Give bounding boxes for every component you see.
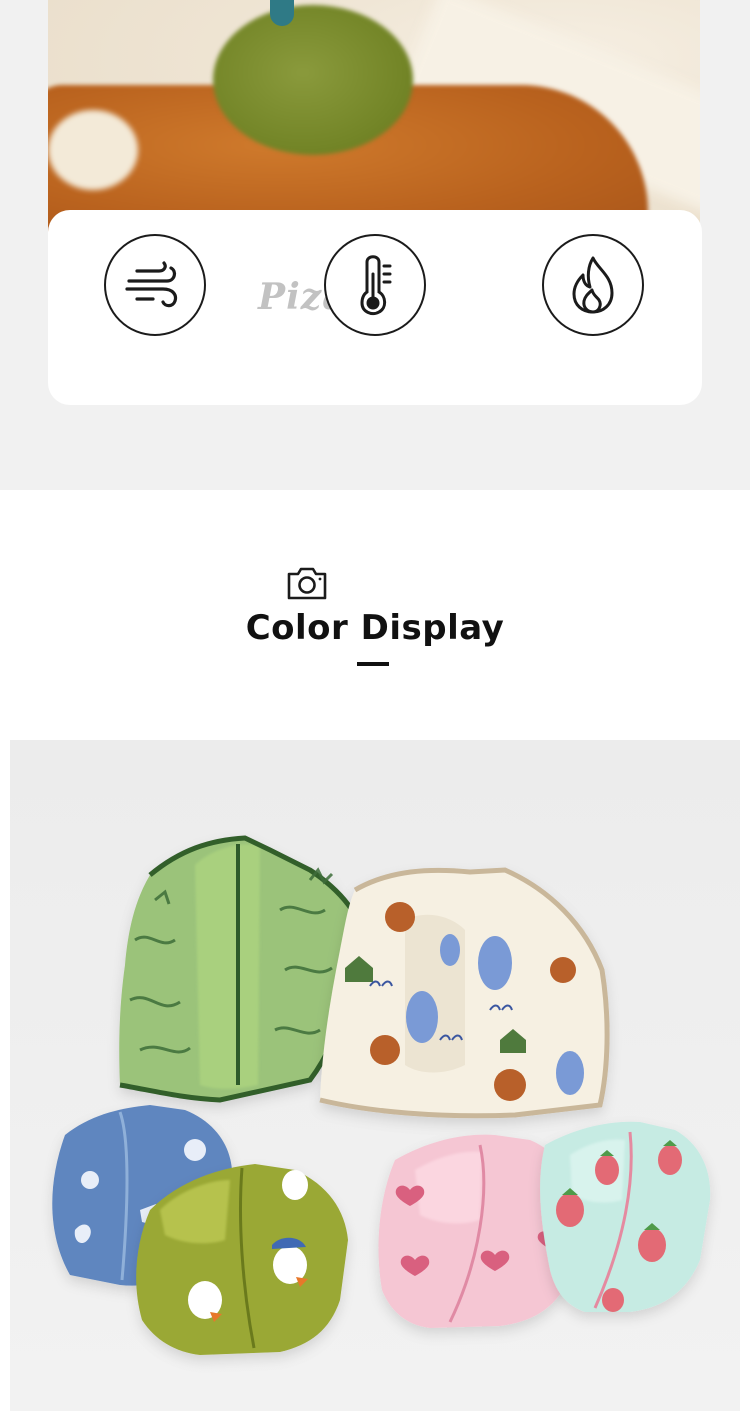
color-display-header: Color Display <box>0 490 750 740</box>
cream-jacket <box>319 867 610 1119</box>
feature-section: Pizama <box>0 0 750 490</box>
product-photo <box>10 740 740 1411</box>
feature-card: Pizama <box>48 210 702 405</box>
wind-icon <box>104 234 206 336</box>
camera-icon <box>286 565 328 605</box>
title-underline <box>357 662 389 666</box>
fabric-closeup-image <box>48 0 700 232</box>
flame-icon <box>542 234 644 336</box>
mint-jacket <box>540 1121 711 1312</box>
section-title: Color Display <box>245 608 505 648</box>
thermometer-icon <box>324 234 426 336</box>
